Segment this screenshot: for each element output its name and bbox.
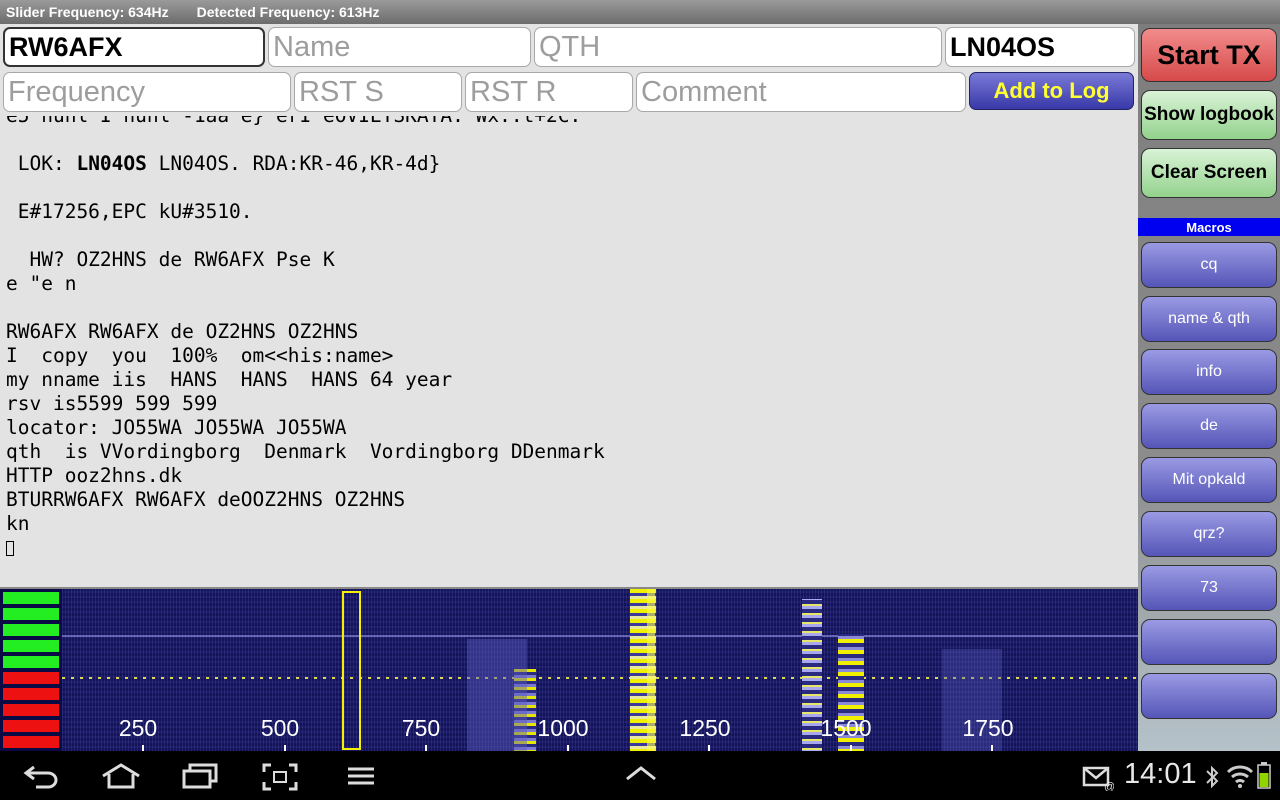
text-line: e5 nunl I nunl -1aa e} erI eOVIETSKAYA. … <box>6 116 1138 128</box>
signal-level-meter <box>3 592 59 751</box>
qth-input[interactable] <box>534 27 942 67</box>
add-to-log-button[interactable]: Add to Log <box>969 72 1134 110</box>
axis-tick-label: 1250 <box>679 715 731 741</box>
axis-tick-label: 500 <box>260 715 300 741</box>
text-line: rsv is5599 599 599 <box>6 392 218 415</box>
back-icon[interactable] <box>22 763 62 789</box>
status-bar: Slider Frequency: 634Hz Detected Frequen… <box>0 0 1280 24</box>
text-line: HW? OZ2HNS de RW6AFX Pse K <box>6 248 335 271</box>
text-line: my nname iis HANS HANS HANS 64 year <box>6 368 453 391</box>
recent-apps-icon[interactable] <box>182 763 220 789</box>
rst-received-input[interactable] <box>465 72 633 112</box>
macro-button-empty[interactable] <box>1141 619 1277 665</box>
level-bar-green <box>3 656 59 668</box>
text-line: e "e n <box>6 272 77 295</box>
level-bar-red <box>3 720 59 732</box>
control-panel: Start TX Show logbook Clear Screen Macro… <box>1138 24 1280 751</box>
axis-tick-label: 250 <box>118 715 158 741</box>
text-cursor <box>6 541 14 556</box>
callsign-input[interactable] <box>3 27 265 67</box>
level-bar-green <box>3 608 59 620</box>
axis-tick-label: 1500 <box>820 715 872 741</box>
text-line: locator: JO55WA JO55WA JO55WA <box>6 416 347 439</box>
macro-button-info[interactable]: info <box>1141 349 1277 395</box>
detected-frequency-label: Detected Frequency: 613Hz <box>196 4 380 20</box>
level-bar-green <box>3 640 59 652</box>
axis-tick-label: 750 <box>401 715 441 741</box>
show-logbook-button[interactable]: Show logbook <box>1141 90 1277 140</box>
main-panel: Add to Log e5 nunl I nunl -1aa e} erI eO… <box>0 24 1138 587</box>
level-bar-red <box>3 688 59 700</box>
clock: 14:01 <box>1124 758 1197 790</box>
level-bar-green <box>3 624 59 636</box>
axis-tick-label: 1000 <box>537 715 589 741</box>
bluetooth-icon <box>1206 765 1219 789</box>
macro-button-qrz[interactable]: qrz? <box>1141 511 1277 557</box>
macro-button-de[interactable]: de <box>1141 403 1277 449</box>
decoded-text-area[interactable]: e5 nunl I nunl -1aa e} erI eOVIETSKAYA. … <box>0 116 1138 586</box>
wifi-icon <box>1226 765 1254 788</box>
frequency-marker[interactable] <box>342 591 361 750</box>
text-line <box>6 128 1138 152</box>
svg-text:@: @ <box>1104 781 1114 791</box>
waterfall-spectrum[interactable]: 250 500 750 1000 1250 1500 1750 <box>62 589 1138 751</box>
macro-button-mit-opkald[interactable]: Mit opkald <box>1141 457 1277 503</box>
start-tx-button[interactable]: Start TX <box>1141 28 1277 82</box>
home-icon[interactable] <box>100 763 142 789</box>
text-line <box>6 176 1138 200</box>
battery-icon <box>1257 762 1271 789</box>
macros-header: Macros <box>1138 218 1280 236</box>
text-line: qth is VVordingborg Denmark Vordingborg … <box>6 440 605 463</box>
text-line: E#17256,EPC kU#3510. <box>6 200 253 223</box>
name-input[interactable] <box>268 27 531 67</box>
system-navigation-bar: @ 14:01 <box>0 751 1280 800</box>
signal-trace <box>802 599 822 751</box>
axis-tick-label: 1750 <box>962 715 1014 741</box>
level-bar-red <box>3 704 59 716</box>
chevron-up-icon[interactable] <box>624 763 658 783</box>
text-line: I copy you 100% om<<his:name> <box>6 344 394 367</box>
macro-button-73[interactable]: 73 <box>1141 565 1277 611</box>
waterfall-display[interactable]: 250 500 750 1000 1250 1500 1750 <box>0 587 1138 751</box>
level-bar-green <box>3 592 59 604</box>
text-line: BTURRW6AFX RW6AFX deOOZ2HNS OZ2HNS <box>6 488 406 511</box>
frequency-input[interactable] <box>3 72 291 112</box>
comment-input[interactable] <box>636 72 966 112</box>
text-line: HTTP ooz2hns.dk <box>6 464 183 487</box>
text-line <box>6 296 1138 320</box>
text-line: LOK: LN04OS LN04OS. RDA:KR-46,KR-4d} <box>6 152 441 175</box>
signal-trace <box>647 589 655 751</box>
level-bar-red <box>3 672 59 684</box>
text-line: kn <box>6 512 30 535</box>
signal-trace <box>62 635 1138 637</box>
mail-icon: @ <box>1082 766 1114 791</box>
slider-frequency-label: Slider Frequency: 634Hz <box>6 4 169 20</box>
text-line <box>6 536 1138 560</box>
screenshot-icon[interactable] <box>262 763 298 791</box>
rst-sent-input[interactable] <box>294 72 462 112</box>
clear-screen-button[interactable]: Clear Screen <box>1141 148 1277 198</box>
signal-trace <box>467 639 527 751</box>
text-line: RW6AFX RW6AFX de OZ2HNS OZ2HNS <box>6 320 359 343</box>
level-bar-red <box>3 736 59 748</box>
locator-input[interactable] <box>945 27 1135 67</box>
text-line <box>6 224 1138 248</box>
menu-icon[interactable] <box>346 763 376 789</box>
locator-highlight: LN04OS <box>76 152 147 175</box>
macro-button-cq[interactable]: cq <box>1141 242 1277 288</box>
macro-button-empty[interactable] <box>1141 673 1277 719</box>
macro-button-name-qth[interactable]: name & qth <box>1141 296 1277 342</box>
